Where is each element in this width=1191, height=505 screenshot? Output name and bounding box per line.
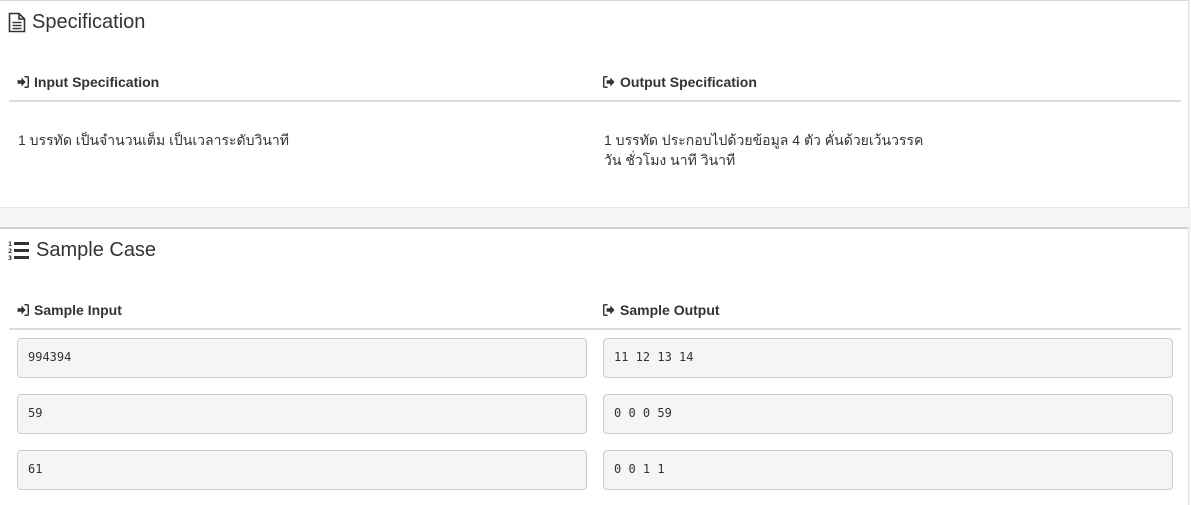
list-ol-icon: 1 2 3	[8, 240, 30, 261]
input-specification-text: 1 บรรทัด เป็นจำนวนเต็ม เป็นเวลาระดับวินา…	[18, 130, 289, 150]
output-specification-text: 1 บรรทัด ประกอบไปด้วยข้อมูล 4 ตัว คั่นด้…	[604, 130, 923, 170]
sample-output-heading: Sample Output	[603, 302, 720, 318]
sign-out-icon	[603, 76, 615, 88]
sample-case-panel: 1 2 3 Sample Case Sample Input Sample Ou…	[0, 227, 1189, 505]
output-specification-label: Output Specification	[620, 74, 757, 90]
specification-title: Specification	[32, 11, 146, 33]
sample-input-label: Sample Input	[34, 302, 122, 318]
sample-case-divider	[9, 328, 1181, 330]
svg-text:2: 2	[8, 248, 12, 255]
sign-out-icon	[603, 304, 615, 316]
sample-output-box[interactable]: 0 0 0 59	[603, 394, 1173, 434]
specification-heading: Specification	[8, 11, 145, 34]
sample-input-box[interactable]: 59	[17, 394, 587, 434]
svg-text:3: 3	[8, 255, 12, 261]
svg-text:1: 1	[8, 241, 12, 248]
sample-case-title: Sample Case	[36, 239, 157, 261]
sample-input-box[interactable]: 994394	[17, 338, 587, 378]
sample-output-label: Sample Output	[620, 302, 720, 318]
sample-input-heading: Sample Input	[17, 302, 122, 318]
specification-panel: Specification Input Specification Output…	[0, 0, 1189, 208]
specification-divider	[9, 100, 1181, 102]
output-specification-line: 1 บรรทัด ประกอบไปด้วยข้อมูล 4 ตัว คั่นด้…	[604, 132, 924, 148]
sample-output-box[interactable]: 11 12 13 14	[603, 338, 1173, 378]
sign-in-icon	[17, 76, 29, 88]
output-specification-line: วัน ชั่วโมง นาที วินาที	[604, 152, 736, 168]
output-specification-heading: Output Specification	[603, 74, 757, 90]
file-text-icon	[8, 12, 26, 33]
input-specification-line: 1 บรรทัด เป็นจำนวนเต็ม เป็นเวลาระดับวินา…	[18, 132, 289, 148]
sample-output-box[interactable]: 0 0 1 1	[603, 450, 1173, 490]
sample-case-heading: 1 2 3 Sample Case	[8, 239, 156, 262]
input-specification-heading: Input Specification	[17, 74, 159, 90]
input-specification-label: Input Specification	[34, 74, 160, 90]
sample-input-box[interactable]: 61	[17, 450, 587, 490]
sign-in-icon	[17, 304, 29, 316]
